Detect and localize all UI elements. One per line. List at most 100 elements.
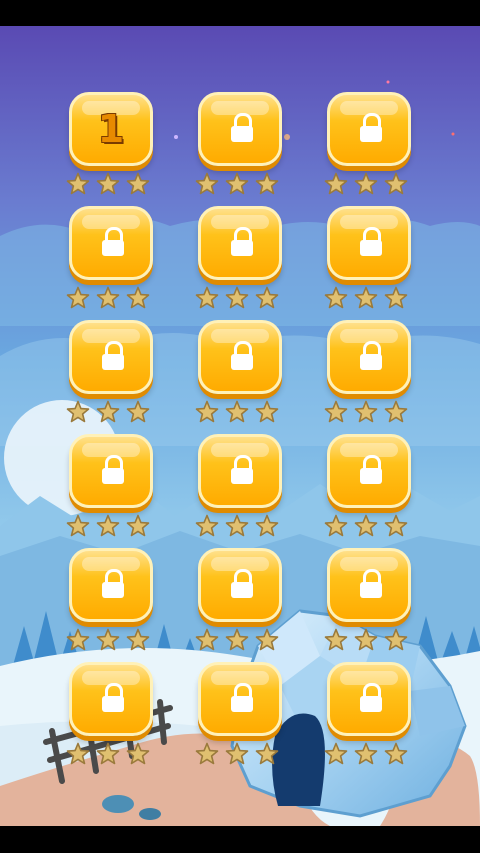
lock-icon (231, 341, 253, 371)
lock-icon (102, 341, 124, 371)
level-stars (195, 400, 285, 424)
star-empty-icon (96, 628, 120, 652)
star-empty-icon (354, 400, 378, 424)
star-empty-icon (195, 742, 219, 766)
level-button-3[interactable] (327, 92, 411, 166)
lock-icon (102, 569, 124, 599)
star-empty-icon (354, 742, 378, 766)
level-stars (324, 286, 414, 310)
star-empty-icon (126, 628, 150, 652)
star-empty-icon (255, 514, 279, 538)
star-empty-icon (225, 172, 249, 196)
level-stars (324, 172, 414, 196)
star-empty-icon (324, 514, 348, 538)
star-empty-icon (126, 400, 150, 424)
star-empty-icon (195, 514, 219, 538)
star-empty-icon (384, 286, 408, 310)
level-button-5[interactable] (198, 206, 282, 280)
level-stars (195, 742, 285, 766)
bottom-letterbox-bar (0, 826, 480, 853)
star-empty-icon (354, 628, 378, 652)
level-button-15[interactable] (327, 548, 411, 622)
level-grid: 1 (0, 26, 480, 826)
top-letterbox-bar (0, 0, 480, 26)
star-empty-icon (384, 628, 408, 652)
level-button-14[interactable] (198, 548, 282, 622)
star-empty-icon (354, 514, 378, 538)
star-empty-icon (255, 628, 279, 652)
star-empty-icon (225, 628, 249, 652)
level-button-1[interactable]: 1 (69, 92, 153, 166)
star-empty-icon (66, 742, 90, 766)
level-button-17[interactable] (198, 662, 282, 736)
level-button-9[interactable] (327, 320, 411, 394)
level-button-8[interactable] (198, 320, 282, 394)
lock-icon (360, 227, 382, 257)
lock-icon (231, 113, 253, 143)
level-button-6[interactable] (327, 206, 411, 280)
level-stars (195, 172, 285, 196)
star-empty-icon (324, 400, 348, 424)
level-button-11[interactable] (198, 434, 282, 508)
star-empty-icon (96, 742, 120, 766)
lock-icon (231, 227, 253, 257)
star-empty-icon (384, 400, 408, 424)
star-empty-icon (126, 172, 150, 196)
star-empty-icon (96, 400, 120, 424)
level-number: 1 (97, 107, 125, 151)
lock-icon (231, 569, 253, 599)
star-empty-icon (66, 400, 90, 424)
star-empty-icon (66, 628, 90, 652)
star-empty-icon (384, 742, 408, 766)
lock-icon (360, 569, 382, 599)
lock-icon (360, 455, 382, 485)
lock-icon (360, 113, 382, 143)
lock-icon (102, 683, 124, 713)
lock-icon (360, 683, 382, 713)
level-stars (195, 286, 285, 310)
lock-icon (102, 227, 124, 257)
star-empty-icon (324, 172, 348, 196)
lock-icon (360, 341, 382, 371)
star-empty-icon (66, 172, 90, 196)
level-stars (195, 628, 285, 652)
star-empty-icon (354, 286, 378, 310)
level-button-18[interactable] (327, 662, 411, 736)
lock-icon (231, 455, 253, 485)
lock-icon (231, 683, 253, 713)
level-stars (324, 742, 414, 766)
level-stars (324, 514, 414, 538)
level-stars (66, 628, 156, 652)
star-empty-icon (126, 286, 150, 310)
star-empty-icon (126, 742, 150, 766)
star-empty-icon (225, 514, 249, 538)
level-stars (195, 514, 285, 538)
star-empty-icon (195, 400, 219, 424)
level-button-2[interactable] (198, 92, 282, 166)
level-stars (66, 400, 156, 424)
star-empty-icon (255, 172, 279, 196)
level-stars (324, 628, 414, 652)
star-empty-icon (384, 172, 408, 196)
level-button-7[interactable] (69, 320, 153, 394)
star-empty-icon (384, 514, 408, 538)
star-empty-icon (324, 742, 348, 766)
star-empty-icon (324, 628, 348, 652)
star-empty-icon (66, 286, 90, 310)
level-button-13[interactable] (69, 548, 153, 622)
level-button-16[interactable] (69, 662, 153, 736)
level-stars (66, 286, 156, 310)
star-empty-icon (195, 628, 219, 652)
level-button-12[interactable] (327, 434, 411, 508)
level-stars (66, 742, 156, 766)
level-button-4[interactable] (69, 206, 153, 280)
level-stars (66, 172, 156, 196)
star-empty-icon (255, 400, 279, 424)
star-empty-icon (195, 286, 219, 310)
star-empty-icon (126, 514, 150, 538)
star-empty-icon (255, 742, 279, 766)
star-empty-icon (225, 400, 249, 424)
star-empty-icon (96, 286, 120, 310)
level-button-10[interactable] (69, 434, 153, 508)
level-stars (66, 514, 156, 538)
